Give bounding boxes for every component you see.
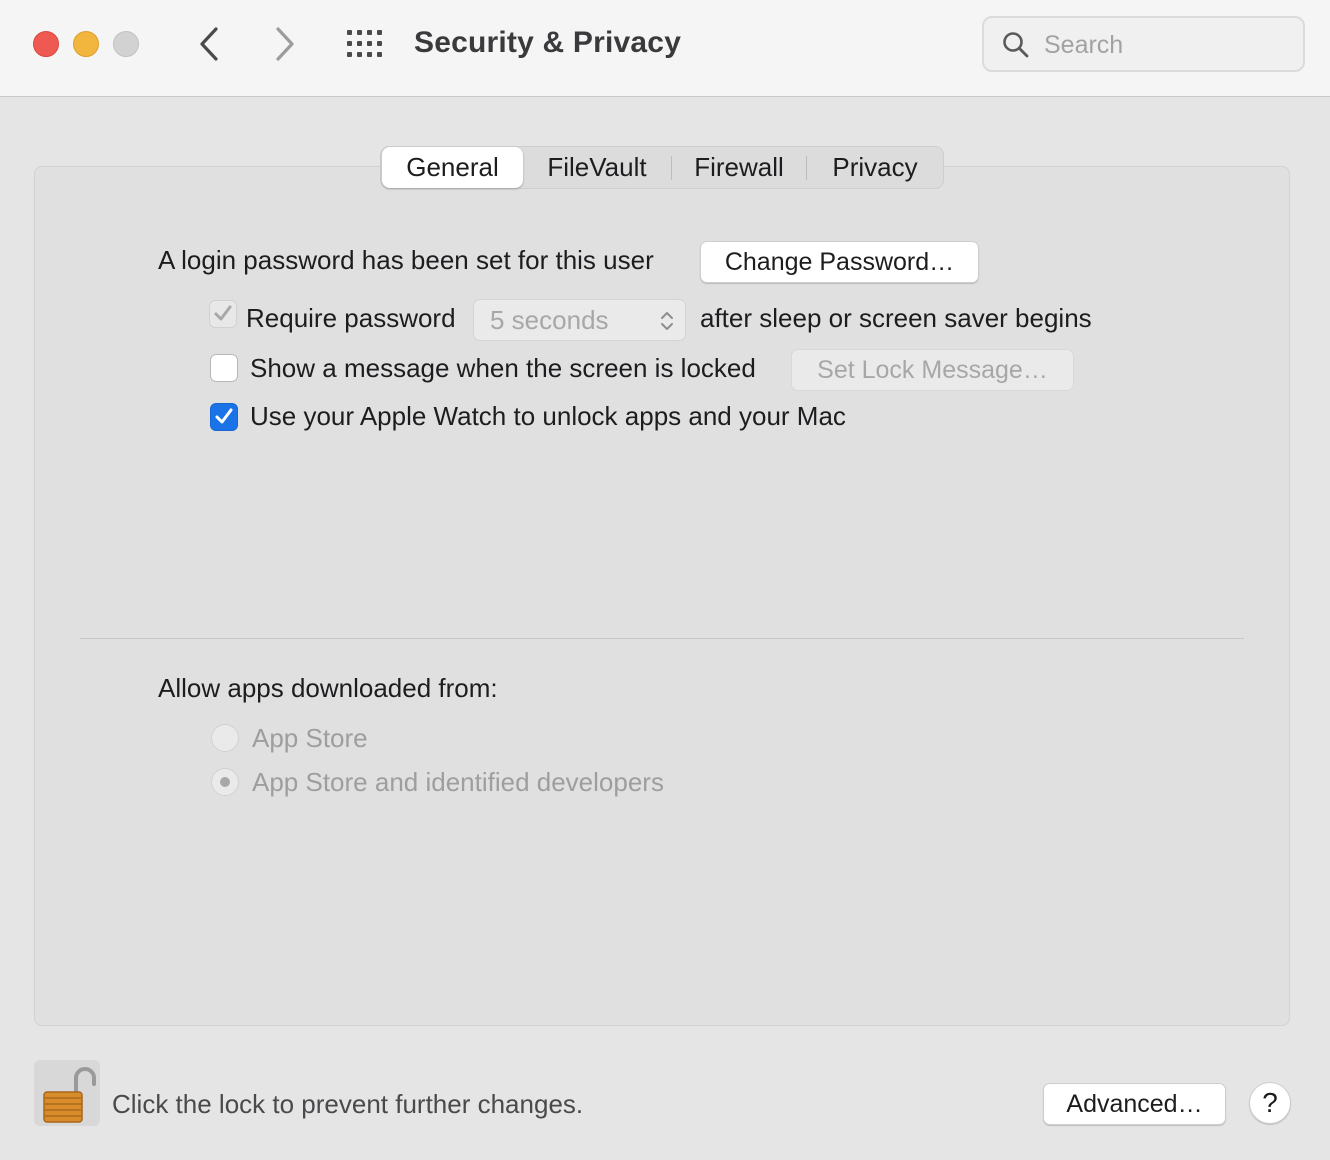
password-delay-select[interactable]: 5 seconds [473, 299, 686, 341]
open-padlock-icon [43, 1067, 96, 1123]
radio-app-store-label: App Store [252, 723, 368, 753]
up-down-chevron-icon [661, 312, 673, 330]
login-password-text: A login password has been set for this u… [158, 245, 654, 275]
change-password-button[interactable]: Change Password… [700, 241, 979, 283]
apple-watch-label: Use your Apple Watch to unlock apps and … [250, 401, 846, 431]
tab-filevault[interactable]: FileVault [523, 147, 671, 188]
grid-icon [347, 30, 382, 57]
advanced-button[interactable]: Advanced… [1043, 1083, 1226, 1125]
window-title: Security & Privacy [414, 26, 682, 59]
set-lock-message-button[interactable]: Set Lock Message… [791, 349, 1074, 391]
radio-app-store-identified[interactable] [211, 768, 239, 796]
settings-panel [34, 166, 1290, 1026]
search-icon [1003, 32, 1029, 58]
radio-app-store[interactable] [211, 724, 239, 752]
search-input[interactable] [1044, 26, 1294, 64]
tab-bar: General FileVault Firewall Privacy [380, 146, 944, 189]
minimize-window-button[interactable] [73, 31, 99, 57]
close-window-button[interactable] [33, 31, 59, 57]
lock-button[interactable] [34, 1060, 100, 1126]
password-delay-value: 5 seconds [490, 305, 609, 335]
zoom-window-button[interactable] [113, 31, 139, 57]
allow-apps-heading: Allow apps downloaded from: [158, 673, 498, 703]
tab-general[interactable]: General [382, 147, 523, 188]
chevron-left-icon [200, 27, 218, 61]
security-privacy-window: Security & Privacy General FileVault Fir… [0, 0, 1330, 1160]
require-password-checkbox[interactable] [209, 300, 237, 328]
question-icon: ? [1262, 1087, 1278, 1118]
show-message-label: Show a message when the screen is locked [250, 353, 756, 383]
require-password-label: Require password [246, 303, 456, 333]
require-password-suffix: after sleep or screen saver begins [700, 303, 1092, 333]
checkmark-icon [214, 305, 232, 321]
radio-selected-dot [220, 777, 230, 787]
chevron-right-icon [276, 27, 294, 61]
title-bar: Security & Privacy [0, 0, 1330, 97]
forward-button[interactable] [270, 24, 300, 64]
apple-watch-checkbox[interactable] [210, 403, 238, 431]
lock-status-text: Click the lock to prevent further change… [112, 1089, 584, 1119]
radio-app-store-identified-label: App Store and identified developers [252, 767, 664, 797]
help-button[interactable]: ? [1249, 1082, 1291, 1124]
tab-privacy[interactable]: Privacy [807, 147, 943, 188]
section-divider [80, 638, 1244, 639]
show-message-checkbox[interactable] [210, 354, 238, 382]
search-field[interactable] [982, 16, 1305, 72]
show-all-button[interactable] [346, 29, 384, 59]
checkmark-icon [215, 408, 233, 424]
tab-firewall[interactable]: Firewall [672, 147, 806, 188]
back-button[interactable] [194, 24, 224, 64]
